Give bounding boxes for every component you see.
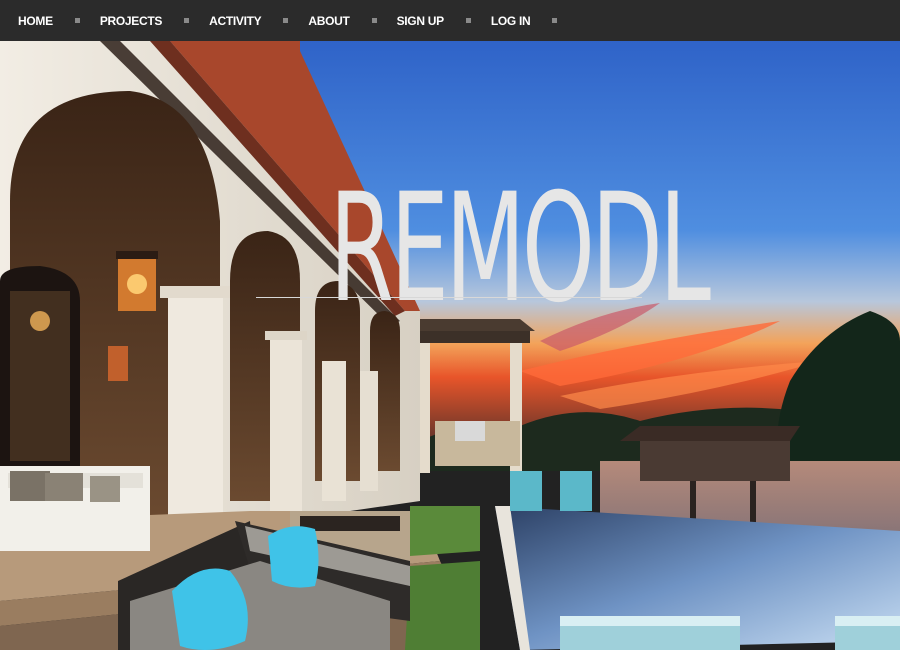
nav-item-sign-up: SIGN UP [397,14,491,28]
logo[interactable]: REMODL [256,162,711,336]
nav-item-home: HOME [18,14,100,28]
nav-item-activity: ACTIVITY [209,14,308,28]
nav-separator [371,18,377,23]
nav-link-projects[interactable]: PROJECTS [100,14,163,28]
nav-item-about: ABOUT [308,14,396,28]
nav-separator [184,18,190,23]
nav-link-activity[interactable]: ACTIVITY [209,14,262,28]
nav-link-sign-up[interactable]: SIGN UP [397,14,445,28]
nav-link-home[interactable]: HOME [18,14,53,28]
nav-separator [552,18,558,23]
nav-link-log-in[interactable]: LOG IN [491,14,531,28]
nav-list: HOME PROJECTS ACTIVITY ABOUT SIGN UP LOG… [0,14,577,28]
nav-item-projects: PROJECTS [100,14,209,28]
page: HOME PROJECTS ACTIVITY ABOUT SIGN UP LOG… [0,0,900,650]
nav-separator [465,18,471,23]
logo-wordmark: REMODL [329,162,711,336]
top-navbar: HOME PROJECTS ACTIVITY ABOUT SIGN UP LOG… [0,0,900,41]
nav-separator [74,18,80,23]
nav-item-log-in: LOG IN [491,14,578,28]
nav-separator [283,18,289,23]
logo-underline [256,297,642,298]
hero-banner: REMODL [0,41,900,650]
nav-link-about[interactable]: ABOUT [308,14,349,28]
hero-background-image [0,41,900,650]
